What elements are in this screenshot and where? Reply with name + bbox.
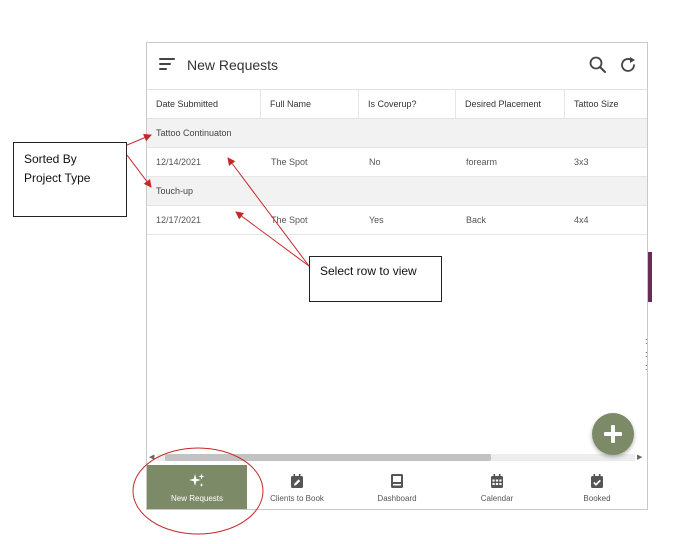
column-header-full-name[interactable]: Full Name xyxy=(261,90,359,118)
edge-artifact xyxy=(648,252,652,302)
menu-icon[interactable] xyxy=(159,58,175,72)
cell-full-name: The Spot xyxy=(271,157,308,167)
nav-label: New Requests xyxy=(170,494,224,503)
nav-label: Dashboard xyxy=(377,494,417,503)
column-header-desired-placement[interactable]: Desired Placement xyxy=(456,90,565,118)
group-label: Touch-up xyxy=(156,186,194,196)
column-header-tattoo-size[interactable]: Tattoo Size xyxy=(565,90,647,118)
nav-item-new-requests[interactable]: New Requests xyxy=(147,465,247,509)
cell-date-submitted: 12/17/2021 xyxy=(156,215,202,225)
requests-table: Date Submitted Full Name Is Coverup? Des… xyxy=(147,89,647,235)
page-title: New Requests xyxy=(187,57,279,73)
search-icon[interactable] xyxy=(587,54,609,76)
table-row[interactable]: 12/17/2021 The Spot Yes Back 4x4 xyxy=(147,206,647,235)
cell-date-submitted: 12/14/2021 xyxy=(156,157,202,167)
calendar-edit-icon xyxy=(289,473,305,489)
column-header-date-submitted[interactable]: Date Submitted xyxy=(147,90,261,118)
bottom-nav: New Requests Clients to Book Dashboard C… xyxy=(147,465,647,509)
sparkles-icon xyxy=(189,473,205,489)
app-bar: New Requests xyxy=(147,43,647,89)
calendar-check-icon xyxy=(589,473,605,489)
cell-tattoo-size: 4x4 xyxy=(574,215,589,225)
annotation-select-row: Select row to view xyxy=(309,256,442,302)
cell-is-coverup: Yes xyxy=(369,215,384,225)
scroll-thumb[interactable] xyxy=(165,454,491,461)
nav-item-dashboard[interactable]: Dashboard xyxy=(347,465,447,509)
column-header-is-coverup[interactable]: Is Coverup? xyxy=(359,90,456,118)
book-icon xyxy=(389,473,405,489)
group-row-touch-up[interactable]: Touch-up xyxy=(147,177,647,206)
cell-is-coverup: No xyxy=(369,157,381,167)
nav-item-clients-to-book[interactable]: Clients to Book xyxy=(247,465,347,509)
group-row-tattoo-continuation[interactable]: Tattoo Continuaton xyxy=(147,119,647,148)
nav-item-booked[interactable]: Booked xyxy=(547,465,647,509)
group-label: Tattoo Continuaton xyxy=(156,128,232,138)
annotation-text: Project Type xyxy=(24,171,91,185)
nav-item-calendar[interactable]: Calendar xyxy=(447,465,547,509)
annotation-text: Select row to view xyxy=(320,264,417,278)
table-row[interactable]: 12/14/2021 The Spot No forearm 3x3 xyxy=(147,148,647,177)
cell-full-name: The Spot xyxy=(271,215,308,225)
scroll-right-arrow-icon[interactable]: ▶ xyxy=(637,453,642,461)
nav-label: Booked xyxy=(583,494,611,503)
horizontal-scrollbar[interactable]: ◀ ▶ xyxy=(147,451,647,463)
add-request-button[interactable] xyxy=(592,413,634,455)
annotation-sorted-by: Sorted By Project Type xyxy=(13,142,127,217)
cell-desired-placement: Back xyxy=(466,215,487,225)
table-header: Date Submitted Full Name Is Coverup? Des… xyxy=(147,89,647,119)
annotation-text: Sorted By xyxy=(24,152,77,166)
cell-desired-placement: forearm xyxy=(466,157,498,167)
nav-label: Clients to Book xyxy=(270,494,324,503)
refresh-icon[interactable] xyxy=(617,54,639,76)
cell-tattoo-size: 3x3 xyxy=(574,157,589,167)
calendar-grid-icon xyxy=(489,473,505,489)
edge-artifact: ::: xyxy=(645,336,648,372)
nav-label: Calendar xyxy=(480,494,514,503)
scroll-left-arrow-icon[interactable]: ◀ xyxy=(149,453,154,461)
